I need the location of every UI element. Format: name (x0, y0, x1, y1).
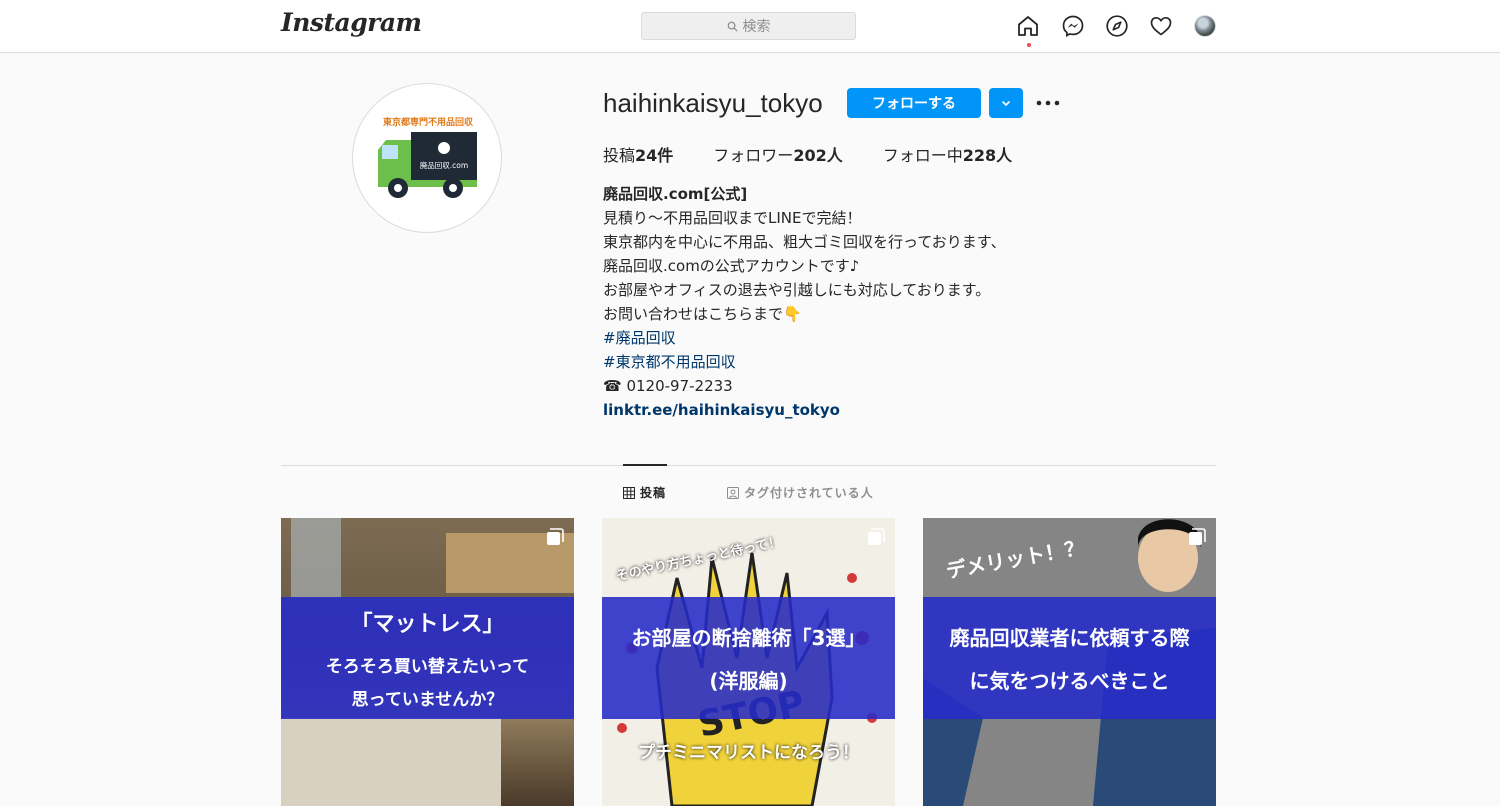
bio-line: 廃品回収.comの公式アカウントです♪ (603, 257, 860, 275)
svg-text:東京都専門不用品回収: 東京都専門不用品回収 (383, 116, 474, 128)
hashtag-link[interactable]: #廃品回収 (603, 326, 1006, 350)
bio-external-link[interactable]: linktr.ee/haihinkaisyu_tokyo (603, 398, 1006, 422)
tabs-divider (281, 465, 1216, 466)
profile-picture[interactable]: 東京都専門不用品回収 廃品回収.com (352, 83, 502, 233)
truck-logo-image: 東京都専門不用品回収 廃品回収.com (378, 116, 477, 198)
post-tile[interactable]: デメリット！？ 廃品回収業者に依頼する際 に気をつけるべきこと (923, 518, 1216, 806)
carousel-icon (868, 528, 885, 545)
posts-stat: 投稿24件 (603, 146, 674, 165)
bio-line: お問い合わせはこちらまで👇 (603, 305, 802, 323)
search-placeholder: 検索 (742, 19, 771, 35)
bio-line: 東京都内を中心に不用品、粗大ゴミ回収を行っております、 (603, 233, 1006, 251)
post-caption-line: に気をつけるべきこと (969, 669, 1170, 693)
following-stat[interactable]: フォロー中228人 (883, 142, 1012, 166)
instagram-logo[interactable]: Instagram (281, 8, 422, 37)
bio-line: お部屋やオフィスの退去や引越しにも対応しております。 (603, 281, 991, 299)
post-title: 廃品回収業者に依頼する際 (949, 626, 1190, 650)
bio-phone: ☎ 0120-97-2233 (603, 377, 733, 395)
tag-person-icon (727, 486, 739, 499)
post-photo-window (291, 518, 341, 598)
tab-tagged[interactable]: タグ付けされている人 (727, 484, 874, 501)
tab-tagged-label: タグ付けされている人 (744, 486, 874, 500)
grid-icon (623, 486, 635, 499)
ellipsis-icon (1036, 100, 1060, 106)
post-title: お部屋の断捨離術「3選」 (631, 626, 866, 650)
search-input[interactable]: 検索 (641, 12, 856, 40)
svg-text:廃品回収.com: 廃品回収.com (420, 160, 468, 170)
post-bottom-text: プチミニマリストになろう！ (638, 743, 859, 763)
carousel-icon (1189, 528, 1206, 545)
search-icon (727, 21, 738, 32)
post-photo-mattress (281, 718, 501, 806)
post-caption-band: 廃品回収業者に依頼する際 に気をつけるべきこと (923, 597, 1216, 719)
tab-posts-label: 投稿 (640, 486, 667, 500)
post-caption-band: 「マットレス」 そろそろ買い替えたいって 思っていませんか？ (281, 597, 574, 719)
post-caption-line: そろそろ買い替えたいって (325, 657, 530, 677)
explore-icon[interactable] (1105, 14, 1131, 40)
post-tile[interactable]: 「マットレス」 そろそろ買い替えたいって 思っていませんか？ (281, 518, 574, 806)
post-caption-band: お部屋の断捨離術「3選」 (洋服編) (602, 597, 895, 719)
tab-posts[interactable]: 投稿 (623, 484, 666, 501)
profile-username: haihinkaisyu_tokyo (603, 88, 823, 118)
profile-stats: 投稿24件 フォロワー202人 フォロー中228人 (603, 142, 1012, 166)
post-title: 「マットレス」 (350, 612, 505, 637)
post-tile[interactable]: STOP そのやり方ちょっと待って！ お部屋の断捨離術「3選」 (洋服編) プチ… (602, 518, 895, 806)
home-icon[interactable] (1016, 14, 1042, 40)
post-caption-line: (洋服編) (709, 669, 788, 693)
heart-icon[interactable] (1149, 14, 1175, 40)
profile-avatar[interactable] (1194, 15, 1216, 37)
chevron-down-icon (1001, 100, 1011, 107)
active-tab-indicator (623, 464, 667, 466)
post-caption-line: 思っていませんか？ (351, 690, 504, 710)
hashtag-link[interactable]: #東京都不用品回収 (603, 350, 1006, 374)
carousel-icon (547, 528, 564, 545)
bio-line: 見積り～不用品回収までLINEで完結！ (603, 209, 862, 227)
follow-button[interactable]: フォローする (847, 88, 981, 118)
messenger-icon[interactable] (1061, 14, 1087, 40)
followers-stat[interactable]: フォロワー202人 (713, 142, 842, 166)
bio-name: 廃品回収.com[公式] (603, 185, 748, 203)
notification-dot (1027, 43, 1031, 47)
profile-bio: 廃品回収.com[公式] 見積り～不用品回収までLINEで完結！ 東京都内を中心… (603, 182, 1006, 422)
top-nav: Instagram 検索 (0, 0, 1500, 53)
more-options-button[interactable] (1034, 89, 1062, 117)
suggested-dropdown-button[interactable] (989, 88, 1023, 118)
